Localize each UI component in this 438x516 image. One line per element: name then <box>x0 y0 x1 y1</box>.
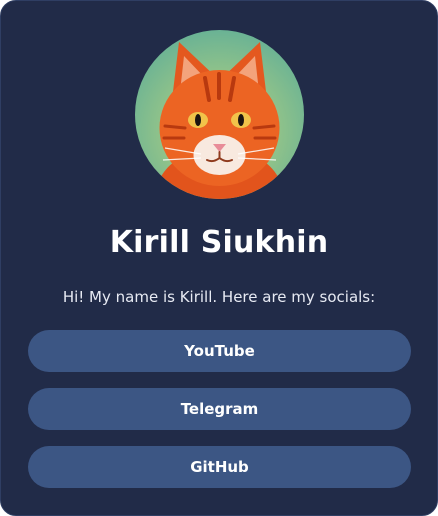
profile-bio: Hi! My name is Kirill. Here are my socia… <box>62 288 376 306</box>
avatar <box>135 30 304 199</box>
cat-avatar-icon <box>153 42 286 199</box>
profile-name: Kirill Siukhin <box>109 225 329 260</box>
profile-card: Kirill Siukhin Hi! My name is Kirill. He… <box>0 0 438 516</box>
github-button[interactable]: GitHub <box>28 446 411 488</box>
telegram-button[interactable]: Telegram <box>28 388 411 430</box>
youtube-button[interactable]: YouTube <box>28 330 411 372</box>
